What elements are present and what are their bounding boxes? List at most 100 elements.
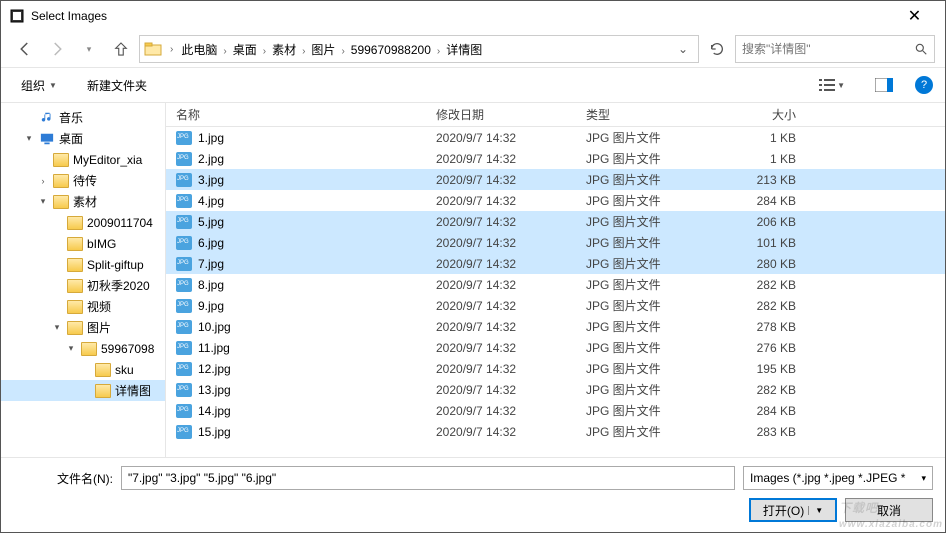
chevron-right-icon: ›: [168, 44, 175, 55]
col-name[interactable]: 名称: [176, 106, 436, 123]
file-row[interactable]: 9.jpg2020/9/7 14:32JPG 图片文件282 KB: [166, 295, 945, 316]
chevron-down-icon: ▼: [808, 506, 823, 515]
file-row[interactable]: 13.jpg2020/9/7 14:32JPG 图片文件282 KB: [166, 379, 945, 400]
view-mode-button[interactable]: ▼: [811, 75, 853, 95]
tree-item[interactable]: 视频: [1, 296, 165, 317]
expand-icon[interactable]: ▾: [65, 343, 77, 354]
file-name: 1.jpg: [198, 131, 436, 145]
chevron-right-icon: ›: [221, 46, 228, 57]
preview-pane-button[interactable]: [867, 75, 901, 95]
tree-item[interactable]: 初秋季2020: [1, 275, 165, 296]
tree-item[interactable]: ▾ 图片: [1, 317, 165, 338]
up-button[interactable]: [107, 35, 135, 63]
organize-button[interactable]: 组织 ▼: [13, 74, 65, 97]
folder-tree[interactable]: 音乐▾桌面MyEditor_xia›待传▾素材2009011704bIMG Spl…: [1, 103, 166, 457]
chevron-right-icon: ›: [261, 46, 268, 57]
expand-icon[interactable]: ›: [37, 176, 49, 186]
open-button[interactable]: 打开(O) ▼: [749, 498, 837, 522]
file-type: JPG 图片文件: [586, 192, 716, 209]
col-type[interactable]: 类型: [586, 106, 716, 123]
new-folder-label: 新建文件夹: [87, 77, 147, 94]
file-row[interactable]: 10.jpg2020/9/7 14:32JPG 图片文件278 KB: [166, 316, 945, 337]
nav-bar: ▾ › 此电脑›桌面›素材›图片›599670988200›详情图 ⌄: [1, 31, 945, 67]
tree-item[interactable]: ▾59967098: [1, 338, 165, 359]
file-row[interactable]: 1.jpg2020/9/7 14:32JPG 图片文件1 KB: [166, 127, 945, 148]
tree-item[interactable]: 音乐: [1, 107, 165, 128]
close-button[interactable]: ✕: [892, 1, 937, 31]
file-row[interactable]: 2.jpg2020/9/7 14:32JPG 图片文件1 KB: [166, 148, 945, 169]
jpg-icon: [176, 131, 192, 145]
new-folder-button[interactable]: 新建文件夹: [79, 74, 155, 97]
file-type: JPG 图片文件: [586, 213, 716, 230]
file-row[interactable]: 4.jpg2020/9/7 14:32JPG 图片文件284 KB: [166, 190, 945, 211]
tree-item-label: Split-giftup: [87, 258, 144, 272]
file-date: 2020/9/7 14:32: [436, 383, 586, 397]
refresh-button[interactable]: [703, 35, 731, 63]
chevron-down-icon: ▼: [49, 81, 57, 90]
file-date: 2020/9/7 14:32: [436, 257, 586, 271]
file-name: 9.jpg: [198, 299, 436, 313]
file-size: 282 KB: [716, 278, 816, 292]
file-row[interactable]: 15.jpg2020/9/7 14:32JPG 图片文件283 KB: [166, 421, 945, 442]
recent-dropdown[interactable]: ▾: [75, 35, 103, 63]
folder-icon: [53, 174, 69, 188]
tree-item[interactable]: 2009011704: [1, 212, 165, 233]
tree-item-label: 图片: [87, 319, 111, 336]
col-size[interactable]: 大小: [716, 106, 816, 123]
jpg-icon: [176, 215, 192, 229]
file-date: 2020/9/7 14:32: [436, 299, 586, 313]
file-type: JPG 图片文件: [586, 150, 716, 167]
file-row[interactable]: 6.jpg2020/9/7 14:32JPG 图片文件101 KB: [166, 232, 945, 253]
file-name: 11.jpg: [198, 341, 436, 355]
tree-item[interactable]: 详情图: [1, 380, 165, 401]
breadcrumb[interactable]: › 此电脑›桌面›素材›图片›599670988200›详情图 ⌄: [139, 35, 699, 63]
tree-item[interactable]: MyEditor_xia: [1, 149, 165, 170]
jpg-icon: [176, 257, 192, 271]
tree-item[interactable]: sku: [1, 359, 165, 380]
breadcrumb-item[interactable]: 此电脑: [177, 41, 221, 59]
file-row[interactable]: 5.jpg2020/9/7 14:32JPG 图片文件206 KB: [166, 211, 945, 232]
expand-icon[interactable]: ▾: [37, 196, 49, 207]
filetype-filter[interactable]: Images (*.jpg *.jpeg *.JPEG * ▾: [743, 466, 933, 490]
back-button[interactable]: [11, 35, 39, 63]
breadcrumb-dropdown[interactable]: ⌄: [672, 42, 694, 56]
search-box[interactable]: [735, 35, 935, 63]
tree-item[interactable]: Split-giftup: [1, 254, 165, 275]
forward-button[interactable]: [43, 35, 71, 63]
file-row[interactable]: 12.jpg2020/9/7 14:32JPG 图片文件195 KB: [166, 358, 945, 379]
expand-icon[interactable]: ▾: [51, 322, 63, 333]
breadcrumb-item[interactable]: 素材: [268, 41, 300, 59]
filename-input[interactable]: [121, 466, 735, 490]
expand-icon[interactable]: ▾: [23, 133, 35, 144]
file-row[interactable]: 14.jpg2020/9/7 14:32JPG 图片文件284 KB: [166, 400, 945, 421]
column-headers[interactable]: 名称 修改日期 类型 大小: [166, 103, 945, 127]
search-icon: [914, 42, 928, 56]
file-size: 101 KB: [716, 236, 816, 250]
cancel-button[interactable]: 取消: [845, 498, 933, 522]
folder-icon: [67, 321, 83, 335]
breadcrumb-item[interactable]: 详情图: [442, 41, 486, 59]
jpg-icon: [176, 383, 192, 397]
file-name: 14.jpg: [198, 404, 436, 418]
tree-item[interactable]: ›待传: [1, 170, 165, 191]
file-size: 1 KB: [716, 131, 816, 145]
file-row[interactable]: 8.jpg2020/9/7 14:32JPG 图片文件282 KB: [166, 274, 945, 295]
file-size: 206 KB: [716, 215, 816, 229]
file-type: JPG 图片文件: [586, 129, 716, 146]
filter-label: Images (*.jpg *.jpeg *.JPEG *: [750, 471, 905, 485]
search-input[interactable]: [742, 42, 914, 56]
tree-item[interactable]: ▾桌面: [1, 128, 165, 149]
breadcrumb-item[interactable]: 桌面: [229, 41, 261, 59]
col-date[interactable]: 修改日期: [436, 106, 586, 123]
file-row[interactable]: 3.jpg2020/9/7 14:32JPG 图片文件213 KB: [166, 169, 945, 190]
breadcrumb-item[interactable]: 599670988200: [347, 41, 435, 59]
help-button[interactable]: ?: [915, 76, 933, 94]
tree-item-label: 初秋季2020: [87, 277, 150, 294]
file-row[interactable]: 11.jpg2020/9/7 14:32JPG 图片文件276 KB: [166, 337, 945, 358]
file-rows[interactable]: 1.jpg2020/9/7 14:32JPG 图片文件1 KB2.jpg2020…: [166, 127, 945, 457]
tree-item[interactable]: bIMG: [1, 233, 165, 254]
tree-item[interactable]: ▾素材: [1, 191, 165, 212]
file-row[interactable]: 7.jpg2020/9/7 14:32JPG 图片文件280 KB: [166, 253, 945, 274]
file-name: 4.jpg: [198, 194, 436, 208]
breadcrumb-item[interactable]: 图片: [307, 41, 339, 59]
